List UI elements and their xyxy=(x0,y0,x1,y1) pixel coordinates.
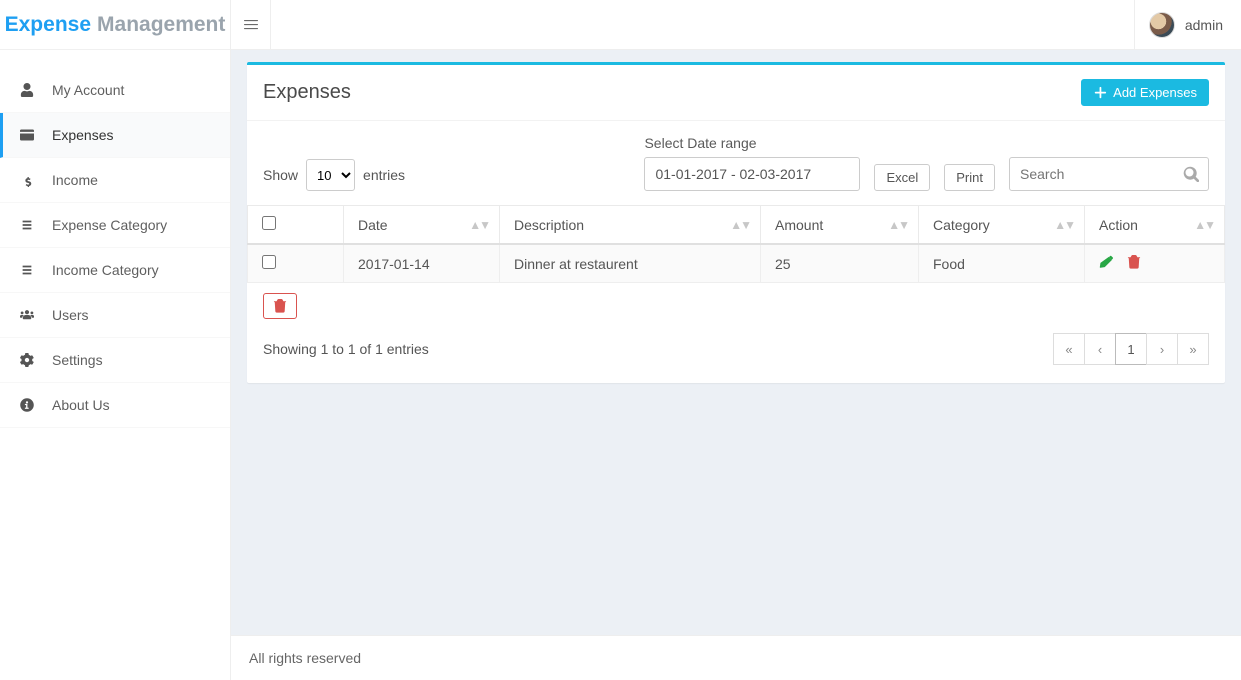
panel-header: Expenses Add Expenses xyxy=(247,65,1225,120)
date-range-label: Select Date range xyxy=(644,135,860,151)
edit-icon[interactable] xyxy=(1099,256,1117,272)
dollar-icon xyxy=(16,173,38,187)
add-expenses-label: Add Expenses xyxy=(1113,85,1197,100)
sidebar-item-users[interactable]: Users xyxy=(0,293,230,338)
page-next[interactable]: › xyxy=(1146,333,1178,365)
export-excel-label: Excel xyxy=(886,170,918,185)
sidebar-item-label: Users xyxy=(52,307,89,323)
card-icon xyxy=(16,128,38,142)
page-number[interactable]: 1 xyxy=(1115,333,1147,365)
table-row: 2017-01-14 Dinner at restaurent 25 Food xyxy=(248,244,1225,283)
expenses-table: Date ▲▼ Description ▲▼ Amount ▲▼ xyxy=(247,205,1225,283)
row-checkbox[interactable] xyxy=(262,255,276,269)
sort-icon[interactable]: ▲▼ xyxy=(730,218,750,232)
content: Expenses Add Expenses Show 10 e xyxy=(231,50,1241,635)
page-last[interactable]: » xyxy=(1177,333,1209,365)
sidebar-item-label: Expenses xyxy=(52,127,113,143)
sidebar-nav: My Account Expenses Income Expense Categ… xyxy=(0,68,230,428)
table-info: Showing 1 to 1 of 1 entries xyxy=(263,341,429,357)
sidebar-item-label: About Us xyxy=(52,397,110,413)
page-title: Expenses xyxy=(263,81,351,104)
cell-date: 2017-01-14 xyxy=(344,244,500,283)
gear-icon xyxy=(16,353,38,367)
sidebar-item-income-category[interactable]: Income Category xyxy=(0,248,230,293)
sidebar-item-expense-category[interactable]: Expense Category xyxy=(0,203,230,248)
footer: All rights reserved xyxy=(231,635,1241,680)
user-icon xyxy=(16,83,38,97)
sort-asc-icon[interactable]: ▲▼ xyxy=(469,218,489,232)
list-icon xyxy=(16,263,38,277)
sidebar-item-about-us[interactable]: About Us xyxy=(0,383,230,428)
col-action: Action xyxy=(1099,217,1138,233)
col-description[interactable]: Description xyxy=(514,217,584,233)
sidebar-item-income[interactable]: Income xyxy=(0,158,230,203)
cell-category: Food xyxy=(919,244,1085,283)
sidebar-item-my-account[interactable]: My Account xyxy=(0,68,230,113)
entries-length: Show 10 entries xyxy=(263,159,405,191)
sidebar: Expense Management My Account Expenses xyxy=(0,0,231,680)
topbar: admin xyxy=(231,0,1241,50)
brand-logo[interactable]: Expense Management xyxy=(0,0,230,50)
footer-text: All rights reserved xyxy=(249,650,361,666)
add-expenses-button[interactable]: Add Expenses xyxy=(1081,79,1209,106)
sort-icon[interactable]: ▲▼ xyxy=(1054,218,1074,232)
users-icon xyxy=(16,308,38,322)
col-amount[interactable]: Amount xyxy=(775,217,823,233)
date-range-block: Select Date range xyxy=(644,135,860,191)
user-name: admin xyxy=(1185,17,1223,33)
user-menu[interactable]: admin xyxy=(1134,0,1223,50)
print-button[interactable]: Print xyxy=(944,164,995,191)
entries-select[interactable]: 10 xyxy=(306,159,355,191)
search-input[interactable] xyxy=(1009,157,1209,191)
col-date[interactable]: Date xyxy=(358,217,388,233)
show-prefix: Show xyxy=(263,167,298,183)
sidebar-item-label: My Account xyxy=(52,82,124,98)
avatar xyxy=(1149,12,1175,38)
sidebar-item-label: Income Category xyxy=(52,262,159,278)
select-all-checkbox[interactable] xyxy=(262,216,276,230)
export-excel-button[interactable]: Excel xyxy=(874,164,930,191)
sidebar-item-label: Income xyxy=(52,172,98,188)
cell-amount: 25 xyxy=(761,244,919,283)
sidebar-item-label: Expense Category xyxy=(52,217,167,233)
page-first[interactable]: « xyxy=(1053,333,1085,365)
bulk-delete-button[interactable] xyxy=(263,293,297,319)
sort-icon[interactable]: ▲▼ xyxy=(1194,218,1214,232)
sort-icon[interactable]: ▲▼ xyxy=(888,218,908,232)
search-icon[interactable] xyxy=(1183,166,1199,182)
search-wrap xyxy=(1009,157,1209,191)
brand-word-1: Expense xyxy=(5,13,91,37)
pagination: « ‹ 1 › » xyxy=(1054,333,1209,365)
trash-icon[interactable] xyxy=(1127,256,1141,272)
trash-icon xyxy=(273,299,287,313)
bars-icon xyxy=(243,17,259,33)
brand-word-2: Management xyxy=(97,13,225,37)
table-toolbar: Show 10 entries Select Date range Excel xyxy=(247,120,1225,205)
col-category[interactable]: Category xyxy=(933,217,990,233)
page-prev[interactable]: ‹ xyxy=(1084,333,1116,365)
show-suffix: entries xyxy=(363,167,405,183)
info-icon xyxy=(16,398,38,412)
sidebar-toggle[interactable] xyxy=(231,0,271,50)
list-icon xyxy=(16,218,38,232)
sidebar-item-expenses[interactable]: Expenses xyxy=(0,113,230,158)
sidebar-item-settings[interactable]: Settings xyxy=(0,338,230,383)
date-range-input[interactable] xyxy=(644,157,860,191)
expenses-panel: Expenses Add Expenses Show 10 e xyxy=(247,62,1225,383)
print-label: Print xyxy=(956,170,983,185)
cell-description: Dinner at restaurent xyxy=(500,244,761,283)
plus-icon xyxy=(1093,86,1107,100)
sidebar-item-label: Settings xyxy=(52,352,103,368)
